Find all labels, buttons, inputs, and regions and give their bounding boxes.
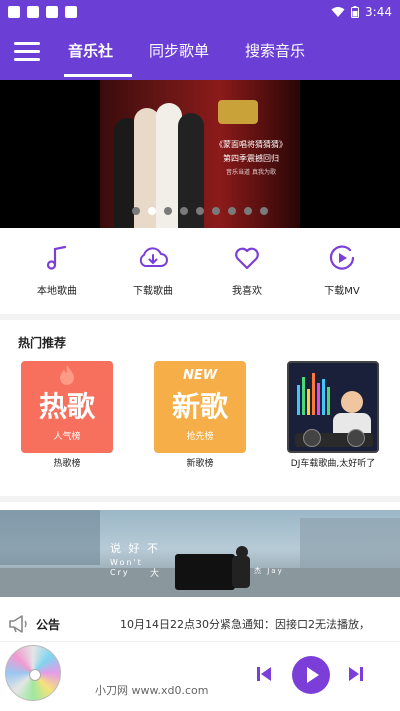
hot-songs-cover-sub: 人气榜 (53, 432, 81, 442)
app-bar: 音乐社 同步歌单 搜索音乐 (0, 24, 400, 80)
flame-icon (60, 365, 74, 385)
dj-songs-label: DJ车载歌曲,太好听了 (290, 459, 376, 469)
app-root: 3:44 音乐社 同步歌单 搜索音乐 《蒙面唱将猜猜猜》 第四季震撼回归 音乐当… (0, 0, 400, 711)
new-songs-cover: NEW 新歌 抢先榜 (154, 361, 246, 453)
notification-icon (8, 6, 20, 18)
notice-text: 10月14日22点30分紧急通知：因接口2无法播放， (120, 618, 370, 631)
banner-subtitle: 第四季震撼回归 (223, 154, 279, 163)
download-mv-label: 下载MV (324, 286, 360, 297)
new-songs-label: 新歌榜 (186, 459, 214, 469)
previous-icon[interactable] (256, 666, 272, 682)
watermark-text: 小刀网 www.xd0.com (95, 684, 209, 697)
section-divider (0, 496, 400, 502)
battery-icon (351, 6, 360, 18)
megaphone-icon (9, 615, 27, 633)
download-mv-button[interactable]: 下载MV (302, 244, 382, 297)
music-note-icon (46, 245, 67, 270)
notification-icon (65, 6, 77, 18)
download-songs-button[interactable]: 下载歌曲 (113, 244, 193, 297)
hot-songs-cover-title: 热歌 (38, 390, 95, 423)
heart-icon (235, 247, 259, 270)
next-icon[interactable] (348, 666, 364, 682)
local-songs-label: 本地歌曲 (37, 286, 77, 297)
notification-icon (27, 6, 39, 18)
play-circle-icon (329, 245, 355, 270)
favorites-label: 我喜欢 (232, 286, 262, 297)
banner-dot[interactable] (244, 207, 252, 215)
mv-lyric-en: Won't (110, 558, 143, 567)
banner-dot[interactable] (132, 207, 140, 215)
status-time: 3:44 (365, 5, 392, 19)
hot-songs-label: 热歌榜 (53, 459, 81, 469)
mv-artist: 杰 Jay (254, 567, 284, 575)
hot-recommend-title: 热门推荐 (18, 336, 67, 350)
notice-label: 公告 (36, 618, 61, 632)
tab-sync-playlist[interactable]: 同步歌单 (149, 40, 209, 61)
banner-dot[interactable] (164, 207, 172, 215)
mv-banner[interactable]: 说 好 不 Won't Cry 大 杰 Jay (0, 510, 400, 597)
banner-carousel[interactable]: 《蒙面唱将猜猜猜》 第四季震撼回归 音乐当道 真我为歌 (0, 80, 400, 228)
new-songs-cover-sub: 抢先榜 (186, 432, 214, 442)
favorites-button[interactable]: 我喜欢 (207, 244, 287, 297)
quick-nav: 本地歌曲 下载歌曲 我喜欢 下载MV (0, 236, 400, 306)
download-songs-label: 下载歌曲 (133, 286, 173, 297)
banner-dot[interactable] (180, 207, 188, 215)
new-songs-cover-tag: NEW (182, 368, 218, 383)
notification-icon (46, 6, 58, 18)
banner-title: 《蒙面唱将猜猜猜》 (215, 140, 287, 149)
dj-songs-card[interactable]: DJ车载歌曲,太好听了 (287, 361, 379, 469)
local-songs-button[interactable]: 本地歌曲 (17, 244, 97, 297)
status-bar: 3:44 (0, 0, 400, 24)
menu-icon[interactable] (14, 40, 40, 64)
tab-music-club[interactable]: 音乐社 (68, 40, 113, 61)
banner-dot[interactable] (260, 207, 268, 215)
banner-dot-active[interactable] (148, 207, 156, 215)
notice-bar[interactable]: 公告 10月14日22点30分紧急通知：因接口2无法播放， (0, 606, 400, 642)
album-disc[interactable] (5, 645, 61, 701)
banner-dot[interactable] (212, 207, 220, 215)
mv-lyric-line: 大 (150, 569, 162, 579)
section-divider (0, 314, 400, 320)
hot-songs-card[interactable]: 热歌 人气榜 热歌榜 (21, 361, 113, 469)
cloud-download-icon (139, 247, 168, 267)
hot-songs-cover: 热歌 人气榜 (21, 361, 113, 453)
play-icon[interactable] (292, 656, 330, 694)
dj-songs-cover (287, 361, 379, 453)
player-bar: 小刀网 www.xd0.com (0, 644, 400, 711)
new-songs-card[interactable]: NEW 新歌 抢先榜 新歌榜 (154, 361, 246, 469)
new-songs-cover-title: 新歌 (171, 390, 228, 423)
wifi-icon (331, 7, 345, 17)
tab-search-music[interactable]: 搜索音乐 (245, 40, 305, 61)
banner-indicator (0, 207, 400, 215)
banner-image: 《蒙面唱将猜猜猜》 第四季震撼回归 音乐当道 真我为歌 (100, 80, 300, 228)
banner-dot[interactable] (196, 207, 204, 215)
mv-lyric-line: 说 好 不 (110, 542, 160, 555)
mv-lyric-en: Cry (110, 568, 130, 577)
banner-dot[interactable] (228, 207, 236, 215)
tab-indicator (64, 74, 132, 77)
banner-slogan: 音乐当道 真我为歌 (226, 169, 276, 176)
